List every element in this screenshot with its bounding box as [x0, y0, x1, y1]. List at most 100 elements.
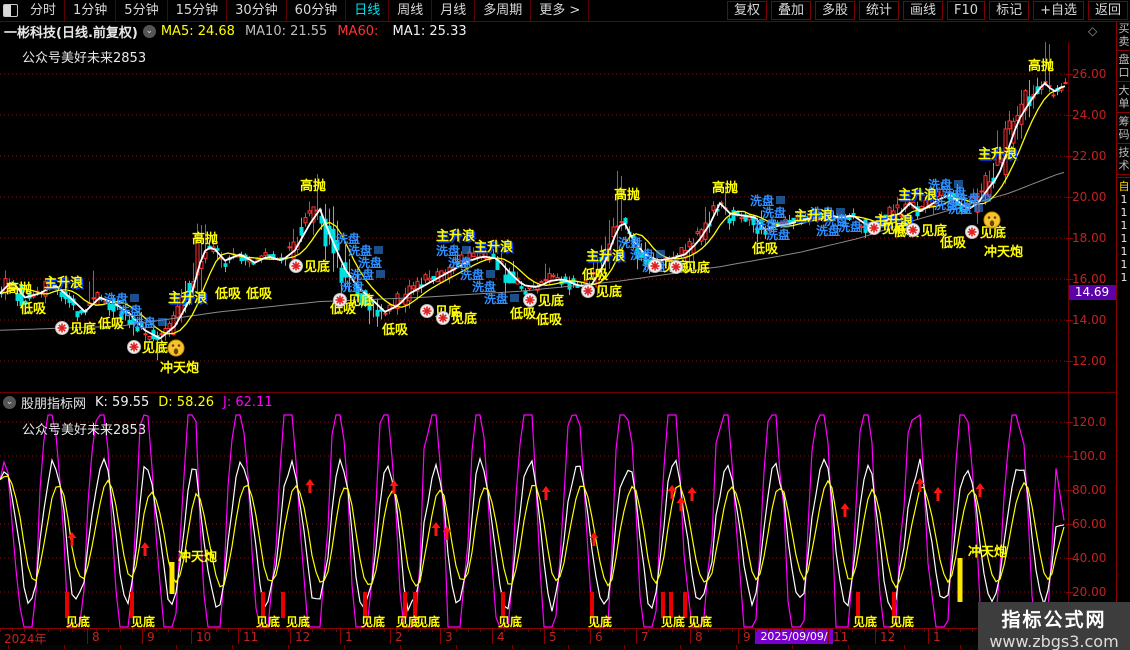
- zhusheng-label: 主升浪: [436, 228, 475, 244]
- period-tab-日线[interactable]: 日线: [346, 0, 389, 21]
- price-tick-mark: [1066, 115, 1073, 116]
- action-button-复权[interactable]: 复权: [727, 1, 767, 20]
- kdj-indicator-chart[interactable]: 见底见底见底见底见底见底见底见底见底见底见底见底见底冲天炮冲天炮: [0, 412, 1068, 628]
- sidebar-tab[interactable]: 大: [1117, 84, 1130, 97]
- gaopao-label: 高抛: [1028, 58, 1054, 74]
- buy-signal-arrow: [141, 542, 150, 556]
- rocket-label: 冲天炮: [160, 360, 199, 376]
- action-button-叠加[interactable]: 叠加: [771, 1, 811, 20]
- main-candlestick-chart[interactable]: 洗盘洗盘洗盘洗盘洗盘洗盘洗盘洗盘洗盘洗盘洗盘洗盘洗盘洗盘洗盘洗盘洗盘洗盘洗盘洗盘…: [0, 42, 1068, 392]
- period-tab-分时[interactable]: 分时: [22, 0, 65, 21]
- period-tab-30分钟[interactable]: 30分钟: [227, 0, 287, 21]
- minor-tick: [420, 629, 421, 632]
- dixi-label: 低吸: [509, 306, 537, 322]
- action-button-画线[interactable]: 画线: [903, 1, 943, 20]
- candle-body: [540, 281, 543, 282]
- sidebar-tab[interactable]: 码: [1117, 128, 1130, 141]
- action-button-返回[interactable]: 返回: [1088, 1, 1128, 20]
- chip-square: [982, 194, 991, 202]
- buy-signal-arrow: [934, 487, 943, 501]
- candle-body: [148, 336, 151, 339]
- action-button-多股[interactable]: 多股: [815, 1, 855, 20]
- ma-value: MA1: 25.33: [393, 24, 467, 39]
- sidebar-separator: [1117, 81, 1130, 82]
- period-toolbar: 分时1分钟5分钟15分钟30分钟60分钟日线周线月线多周期更多 > 复权叠加多股…: [0, 0, 1130, 22]
- price-tick-mark: [1066, 320, 1073, 321]
- collapse-chevron-icon[interactable]: ⌄: [143, 25, 156, 38]
- candle-body: [552, 275, 555, 276]
- price-tick-label: 26.00: [1072, 67, 1116, 81]
- emoji-mouth: [990, 220, 994, 226]
- bottom-tick: [512, 645, 513, 649]
- sidebar-tab[interactable]: 买: [1117, 22, 1130, 35]
- watermark-url: www.zbgs3.com: [978, 632, 1130, 650]
- candle-body: [424, 275, 427, 280]
- action-button-统计[interactable]: 统计: [859, 1, 899, 20]
- price-tick-label: 16.00: [1072, 272, 1116, 286]
- rocket-sub-label: 冲天炮: [968, 544, 1007, 560]
- k-line: [0, 459, 1064, 612]
- candle-body: [680, 248, 683, 255]
- minor-tick: [756, 629, 757, 632]
- sidebar-tab-active[interactable]: 自: [1117, 180, 1130, 193]
- minor-tick: [564, 629, 565, 632]
- price-tick-label: 24.00: [1072, 108, 1116, 122]
- value-tick-label: 40.00: [1072, 551, 1116, 565]
- right-sidebar-tabs[interactable]: 买卖盘口大单筹码技术自1111111: [1116, 22, 1130, 630]
- dixi-label: 低吸: [19, 301, 47, 317]
- price-tick-mark: [1066, 238, 1073, 239]
- period-tab-多周期[interactable]: 多周期: [475, 0, 531, 21]
- chip-square: [376, 270, 385, 278]
- jiandi-label: 见底: [70, 321, 96, 337]
- minor-tick: [528, 629, 529, 632]
- bottom-tick: [568, 645, 569, 649]
- chip-square: [374, 246, 383, 254]
- dixi-label: 低吸: [535, 312, 563, 328]
- bottom-tick: [400, 645, 401, 649]
- sidebar-tab[interactable]: 卖: [1117, 35, 1130, 48]
- jiandi-label: 见底: [348, 293, 374, 309]
- period-tab-1分钟[interactable]: 1分钟: [65, 0, 116, 21]
- sidebar-tab[interactable]: 盘: [1117, 53, 1130, 66]
- date-axis[interactable]: 2025/09/09/二 2024年8910111212345678911121: [0, 628, 1130, 646]
- sidebar-tab[interactable]: 筹: [1117, 115, 1130, 128]
- minor-tick: [276, 629, 277, 632]
- period-tab-更多 >[interactable]: 更多 >: [531, 0, 589, 21]
- period-tab-5分钟[interactable]: 5分钟: [116, 0, 167, 21]
- jiandi-bottom-bar: [281, 592, 285, 618]
- period-tab-60分钟[interactable]: 60分钟: [287, 0, 347, 21]
- zhusheng-label: 主升浪: [168, 290, 207, 306]
- minor-tick: [384, 629, 385, 632]
- sidebar-quote-digit: 1: [1117, 206, 1130, 219]
- collapse-chevron-icon[interactable]: ⌄: [3, 396, 16, 409]
- period-tab-15分钟[interactable]: 15分钟: [168, 0, 228, 21]
- ma-values: MA5: 24.68MA10: 21.55MA60: MA1: 25.33: [161, 24, 477, 39]
- date-label: 11: [243, 630, 258, 644]
- month-tick: [636, 629, 637, 644]
- buy-signal-arrow: [68, 532, 77, 546]
- diamond-icon[interactable]: ◇: [1088, 24, 1097, 38]
- bottom-tick: [848, 645, 849, 649]
- window-layout-icon[interactable]: [3, 4, 18, 17]
- jiandi-bottom-label: 见底: [416, 614, 440, 628]
- period-tab-周线[interactable]: 周线: [389, 0, 432, 21]
- action-button-+自选[interactable]: +自选: [1033, 1, 1084, 20]
- sidebar-quote-digit: 1: [1117, 245, 1130, 258]
- current-price-tag: 14.69: [1068, 285, 1116, 300]
- sidebar-tab[interactable]: 单: [1117, 97, 1130, 110]
- clipped-bottom-row: [0, 645, 1130, 650]
- period-tab-月线[interactable]: 月线: [432, 0, 475, 21]
- sidebar-tab[interactable]: 术: [1117, 159, 1130, 172]
- sidebar-tab[interactable]: 口: [1117, 66, 1130, 79]
- gaopao-label: 高抛: [300, 178, 326, 194]
- jiandi-bottom-label: 见底: [498, 614, 522, 628]
- sidebar-tab[interactable]: 技: [1117, 146, 1130, 159]
- minor-tick: [660, 629, 661, 632]
- date-label: 9: [743, 630, 751, 644]
- minor-tick: [108, 629, 109, 632]
- minor-tick: [576, 629, 577, 632]
- month-tick: [440, 629, 441, 644]
- action-button-标记[interactable]: 标记: [989, 1, 1029, 20]
- jiandi-bottom-label: 见底: [688, 614, 712, 628]
- action-button-F10[interactable]: F10: [947, 1, 985, 20]
